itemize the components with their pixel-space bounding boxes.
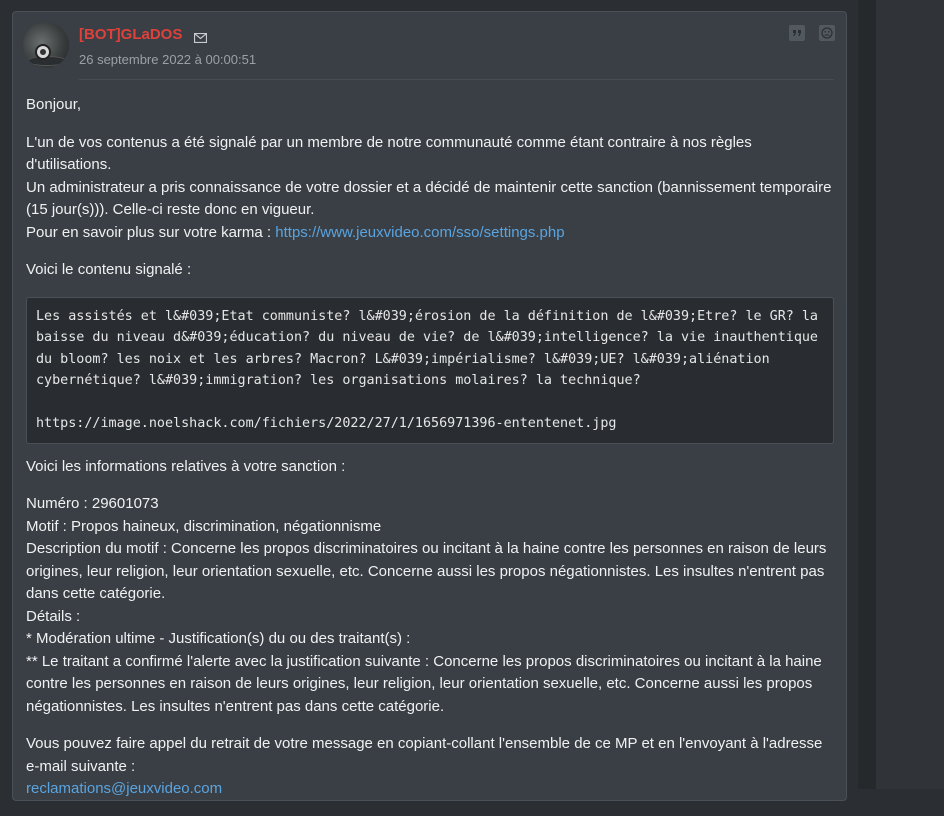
details-label: Détails : xyxy=(26,607,81,625)
appeal-paragraph: Vous pouvez faire appel du retrait de vo… xyxy=(26,733,834,801)
intro-line-1: L'un de vos contenus a été signalé par u… xyxy=(26,133,752,174)
sanction-description: Description du motif : Concerne les prop… xyxy=(26,540,827,602)
moderation-line: * Modération ultime - Justification(s) d… xyxy=(26,630,411,647)
justification-line: ** Le traitant a confirmé l'alerte avec … xyxy=(26,652,822,715)
report-icon[interactable] xyxy=(819,25,835,41)
reported-content-block: Les assistés et l&#039;Etat communiste? … xyxy=(26,296,834,444)
karma-text: Pour en savoir plus sur votre karma : xyxy=(26,223,276,241)
mail-icon[interactable] xyxy=(193,30,208,48)
private-message-post: [BOT]GLaDOS 26 septembre 2022 à 00:00:51… xyxy=(12,11,847,801)
avatar[interactable] xyxy=(23,22,69,68)
scrollbar-track[interactable] xyxy=(858,0,876,789)
sanction-number: Numéro : 29601073 xyxy=(26,495,159,512)
message-body: Bonjour, L'un de vos contenus a été sign… xyxy=(26,94,834,816)
greeting: Bonjour, xyxy=(26,96,82,113)
post-date: 26 septembre 2022 à 00:00:51 xyxy=(79,52,257,67)
header-divider xyxy=(79,79,834,80)
karma-link[interactable]: https://www.jeuxvideo.com/sso/settings.p… xyxy=(275,224,564,241)
sanction-details: Numéro : 29601073 Motif : Propos haineux… xyxy=(26,493,834,718)
intro-paragraph: L'un de vos contenus a été signalé par u… xyxy=(26,132,834,245)
sanction-intro: Voici les informations relatives à votre… xyxy=(26,457,346,475)
appeal-text: Vous pouvez faire appel du retrait de vo… xyxy=(26,735,823,775)
author-name[interactable]: [BOT]GLaDOS xyxy=(79,26,182,43)
quote-icon[interactable] xyxy=(789,25,805,41)
sanction-motif: Motif : Propos haineux, discrimination, … xyxy=(26,517,382,535)
intro-line-2: Un administrateur a pris connaissance de… xyxy=(26,178,832,219)
reported-intro: Voici le contenu signalé : xyxy=(26,261,192,278)
right-panel xyxy=(876,0,944,789)
